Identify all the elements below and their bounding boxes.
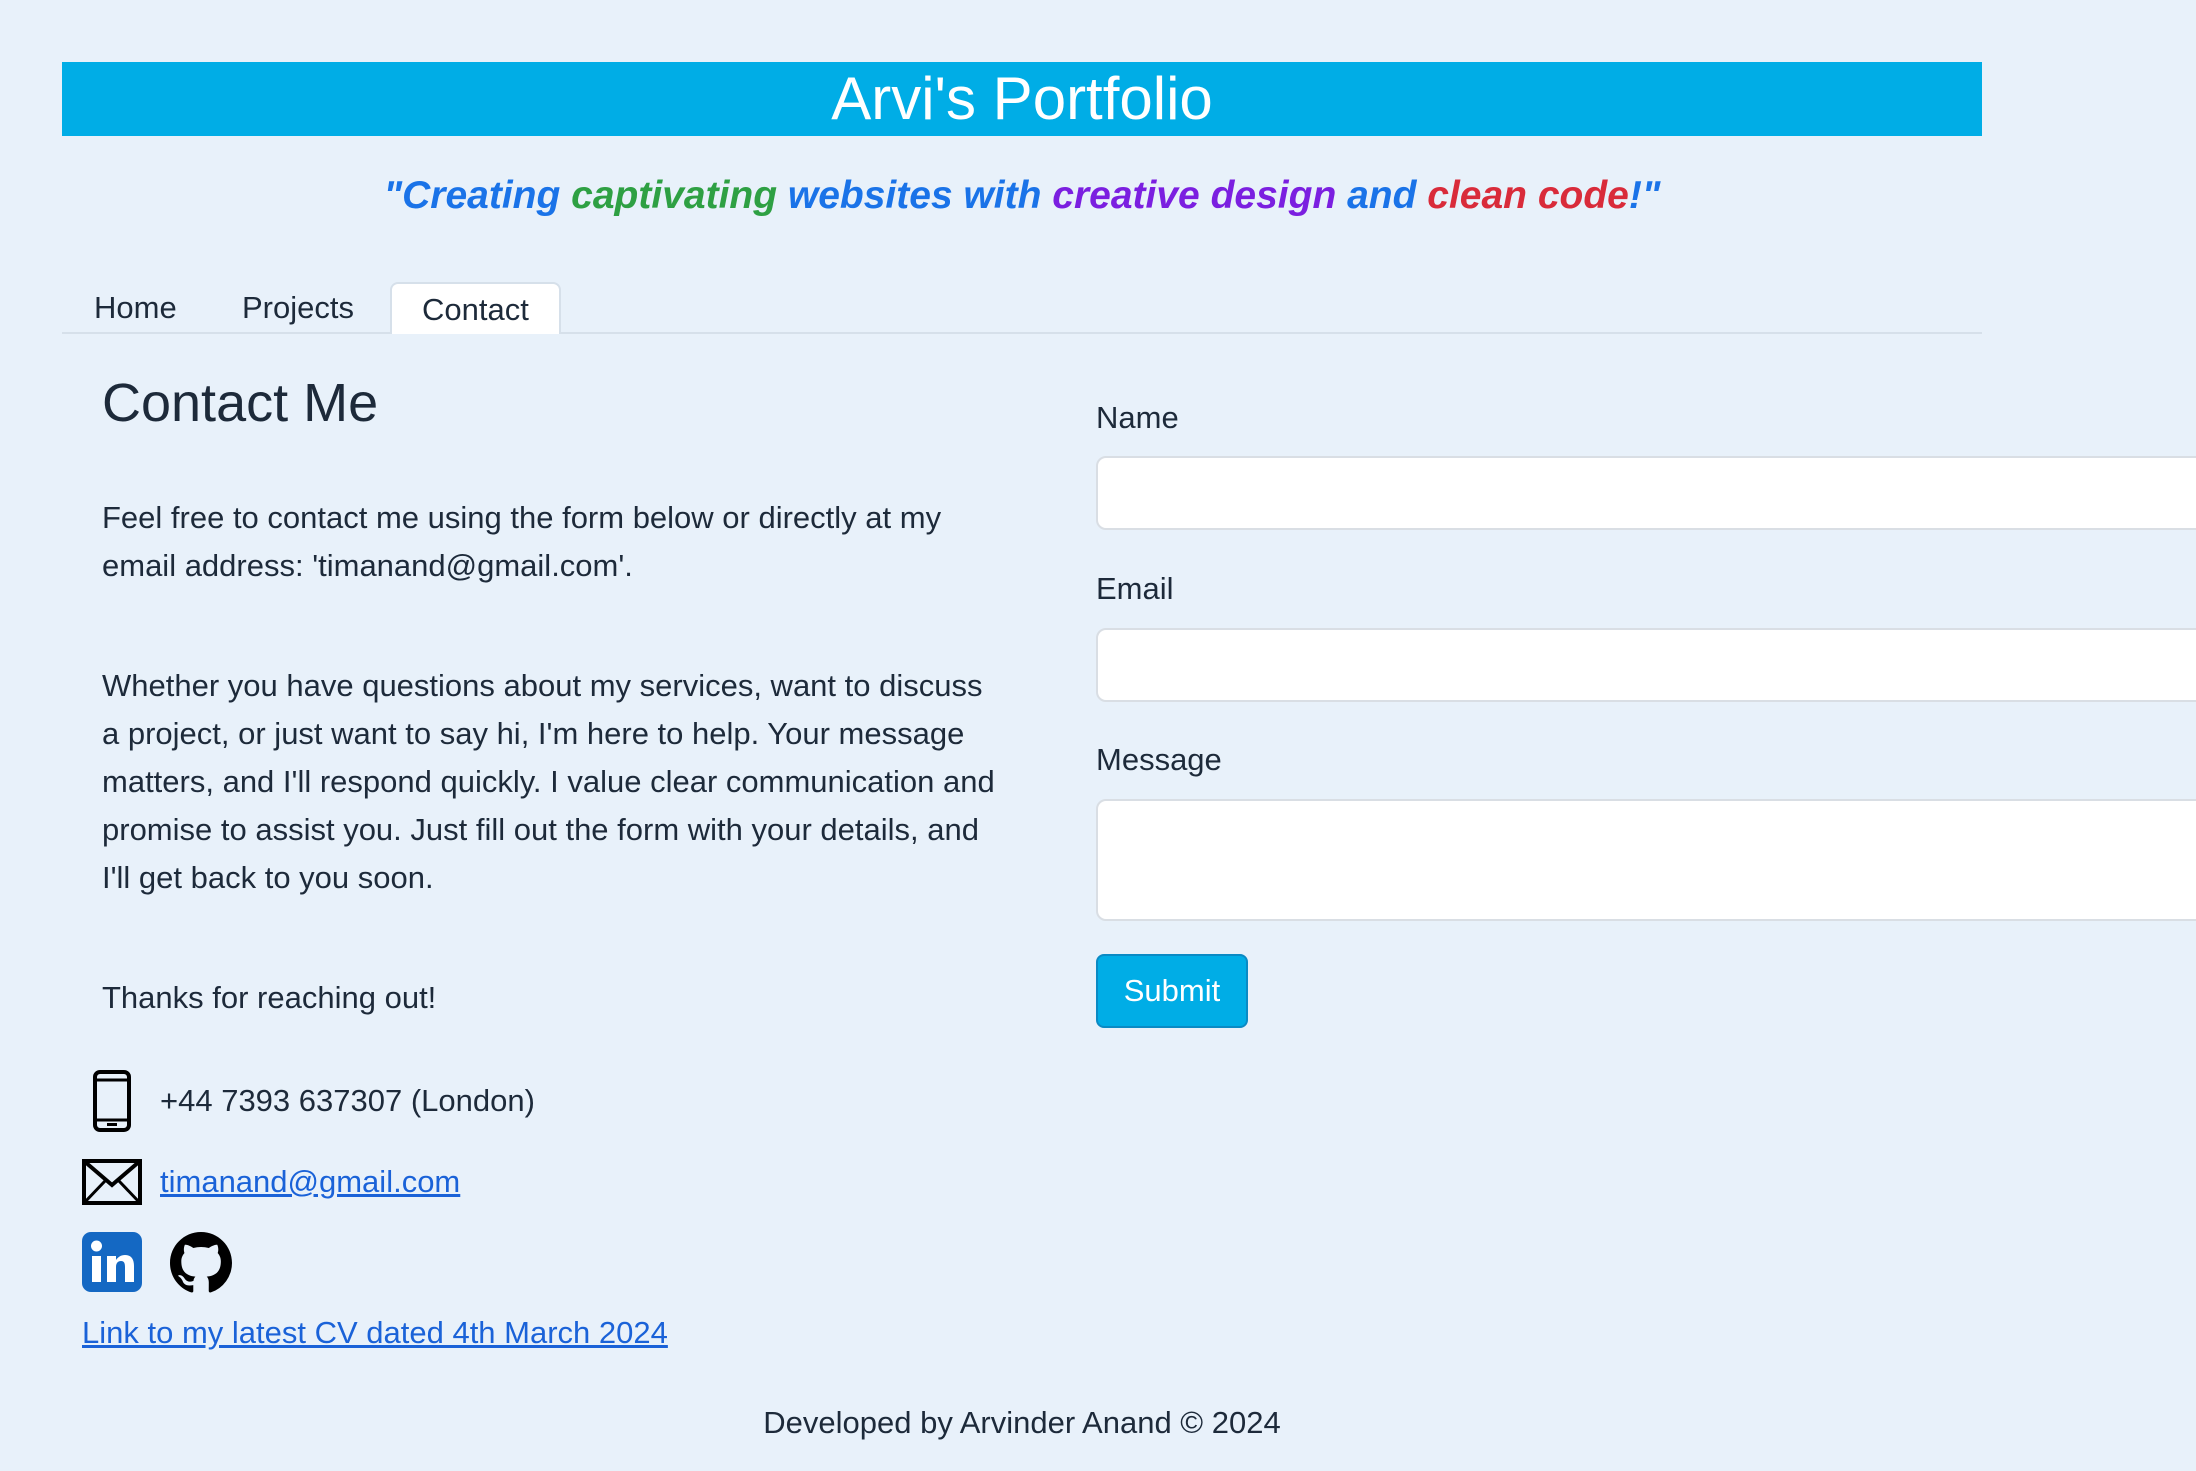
nav-tabs: Home Projects Contact xyxy=(62,282,1982,334)
social-links xyxy=(82,1232,232,1299)
github-icon[interactable] xyxy=(170,1232,232,1299)
linkedin-icon[interactable] xyxy=(82,1232,142,1299)
footer-text: Developed by Arvinder Anand © 2024 xyxy=(763,1405,1281,1440)
page-title: Contact Me xyxy=(102,373,379,433)
phone-number: +44 7393 637307 (London) xyxy=(160,1083,535,1118)
contact-description-text: Whether you have questions about my serv… xyxy=(102,668,995,895)
message-label: Message xyxy=(1096,742,1222,777)
message-field[interactable] xyxy=(1096,799,2196,921)
cv-link[interactable]: Link to my latest CV dated 4th March 202… xyxy=(82,1315,668,1351)
tab-home[interactable]: Home xyxy=(64,282,207,332)
phone-icon xyxy=(82,1070,142,1132)
email-label: Email xyxy=(1096,571,1174,606)
name-label: Name xyxy=(1096,400,1179,435)
tab-projects[interactable]: Projects xyxy=(212,282,384,332)
tagline-part: captivating xyxy=(571,174,788,217)
tagline-part: !" xyxy=(1628,174,1661,217)
name-field[interactable] xyxy=(1096,456,2196,530)
tagline: "Creating captivating websites with crea… xyxy=(62,174,1982,218)
tagline-part: clean code xyxy=(1427,174,1629,217)
tagline-part: "Creating xyxy=(383,174,572,217)
tagline-part: and xyxy=(1347,174,1428,217)
email-row: timanand@gmail.com xyxy=(82,1152,460,1212)
tagline-part: creative design xyxy=(1052,174,1348,217)
phone-row: +44 7393 637307 (London) xyxy=(82,1070,535,1132)
tab-contact[interactable]: Contact xyxy=(390,282,561,334)
site-banner: Arvi's Portfolio xyxy=(62,62,1982,136)
site-title: Arvi's Portfolio xyxy=(831,65,1213,132)
envelope-icon xyxy=(82,1152,142,1212)
submit-button[interactable]: Submit xyxy=(1096,954,1248,1028)
tagline-part: websites with xyxy=(787,174,1053,217)
thanks-text: Thanks for reaching out! xyxy=(102,980,437,1015)
email-link[interactable]: timanand@gmail.com xyxy=(160,1164,460,1200)
email-field[interactable] xyxy=(1096,628,2196,702)
contact-intro-text: Feel free to contact me using the form b… xyxy=(102,500,942,583)
